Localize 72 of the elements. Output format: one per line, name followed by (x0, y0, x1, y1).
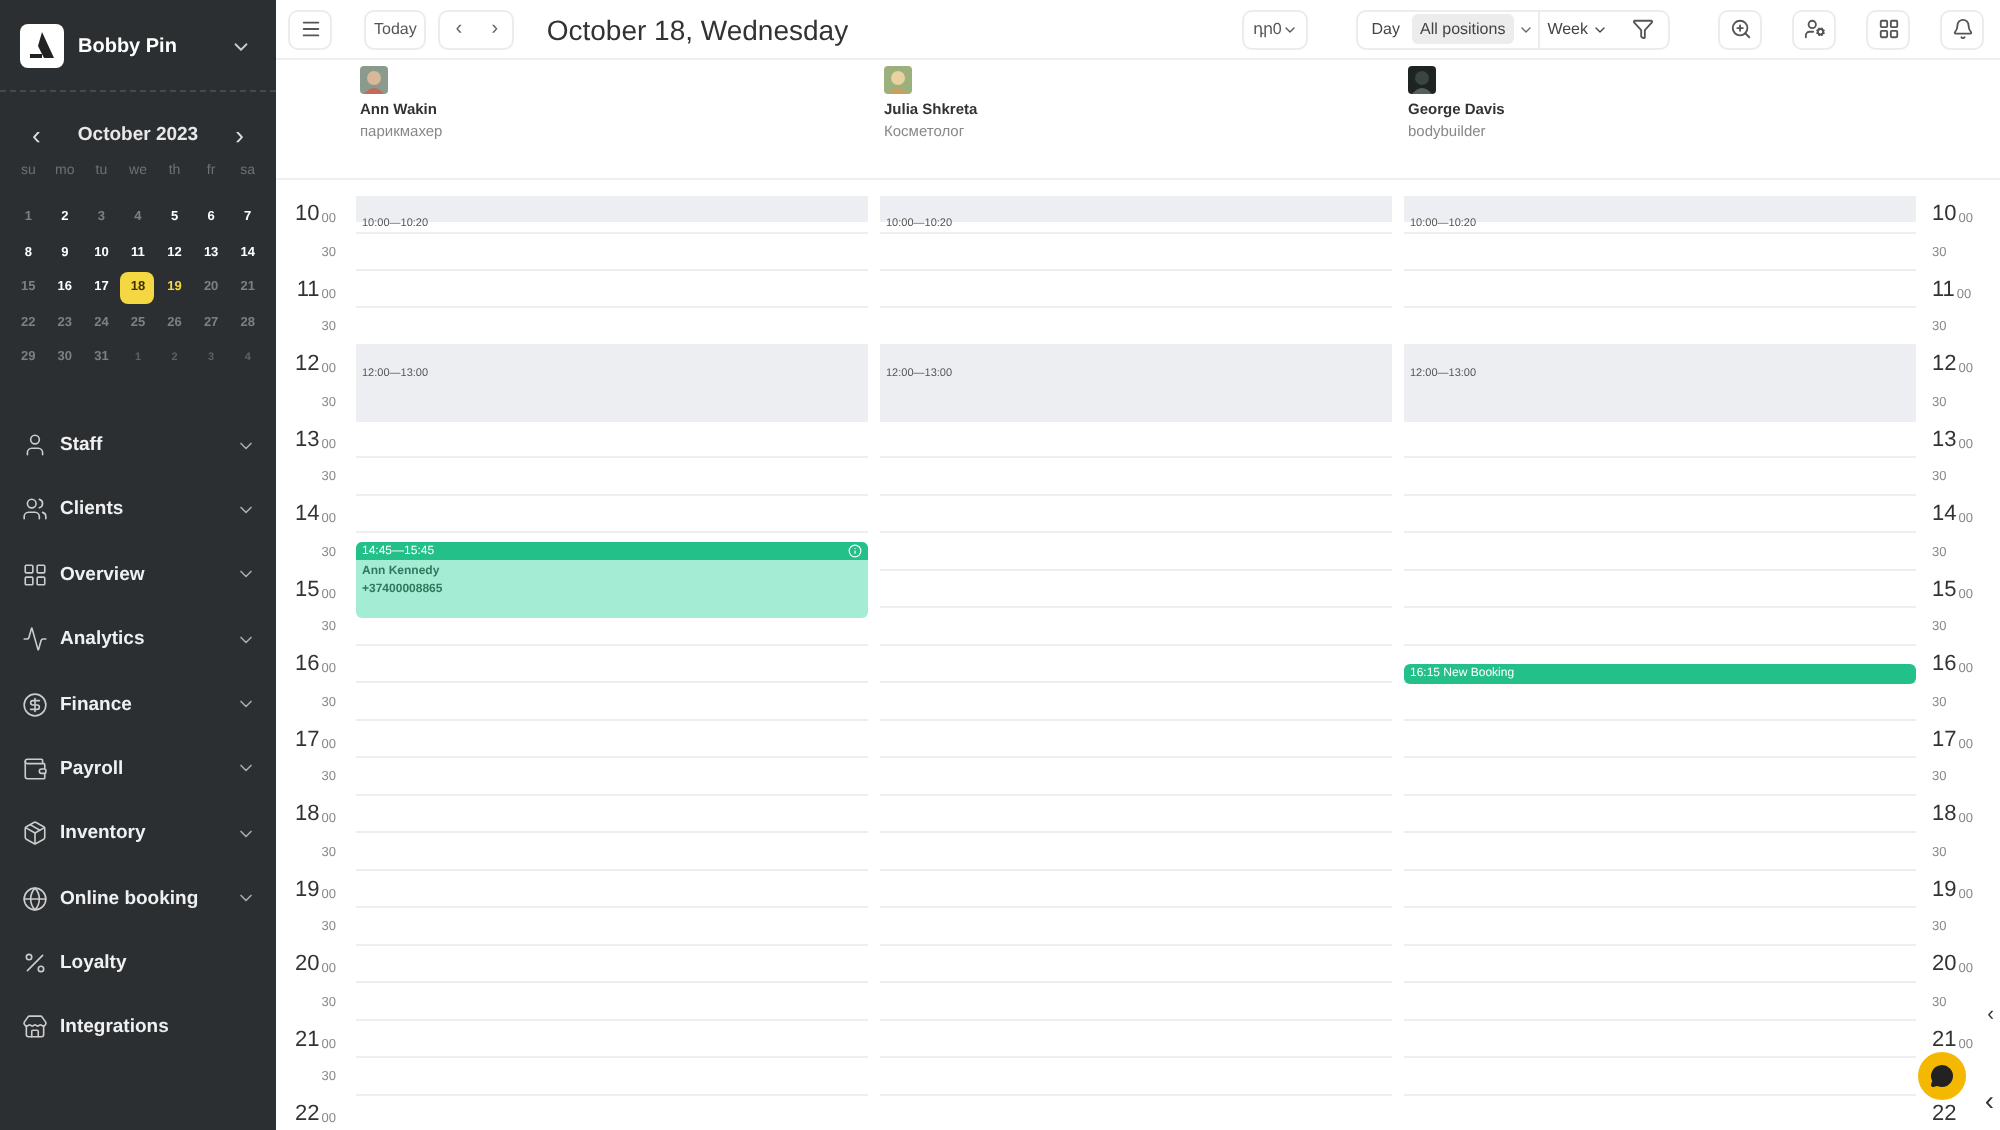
coin-icon (22, 691, 48, 718)
hour-label: 10 (1932, 202, 1957, 227)
menu-icon (299, 18, 321, 40)
hour-label: 12 (1932, 352, 1957, 377)
hour-label: 10 (295, 202, 320, 227)
hour-label: 20 (295, 952, 320, 977)
hour-label: 19 (295, 877, 320, 902)
box-icon (22, 820, 48, 847)
next-day-button[interactable]: › (476, 11, 513, 47)
hour-label: 17 (295, 727, 320, 752)
hour-label: 22 (295, 1102, 320, 1127)
currency-dropdown[interactable]: դր0 (1242, 9, 1308, 49)
hour-label: 11 (1932, 277, 1955, 302)
hour-label: 18 (1932, 802, 1957, 827)
hour-label: 15 (1932, 577, 1957, 602)
logo-icon (20, 24, 64, 68)
apps-button[interactable] (1866, 9, 1910, 49)
nav-item[interactable]: Inventory (22, 813, 256, 854)
company-name: Bobby Pin (78, 35, 179, 57)
menu-button[interactable] (288, 9, 332, 49)
zoom-button[interactable] (1718, 9, 1762, 49)
grid-icon (1877, 18, 1899, 40)
zoom-in-icon (1729, 18, 1751, 40)
hour-label: 15 (295, 577, 320, 602)
date-title: October 18, Wednesday (546, 13, 851, 45)
store-icon (22, 1014, 48, 1041)
percent-icon (22, 950, 48, 977)
bell-icon (1951, 18, 1973, 40)
person-icon (22, 432, 48, 459)
user-gear-icon (1803, 18, 1825, 40)
view-tab[interactable]: Day (1363, 14, 1408, 44)
nav-item[interactable]: Overview (22, 554, 256, 595)
hour-label: 13 (1932, 427, 1957, 452)
nav-item[interactable]: Integrations (22, 1007, 256, 1049)
nav-item[interactable]: Online booking (22, 878, 256, 919)
hour-label: 14 (295, 502, 320, 527)
next-month-button[interactable]: › (229, 120, 250, 150)
hour-label: 20 (1932, 952, 1957, 977)
range-dropdown[interactable]: Week (1537, 11, 1616, 47)
hour-label: 13 (295, 427, 320, 452)
previous-day-button[interactable]: ‹ (440, 11, 477, 47)
hour-label: 21 (295, 1027, 320, 1052)
nav-item[interactable]: Payroll (22, 748, 256, 790)
nav-item[interactable]: Staff (22, 425, 256, 466)
nav-item[interactable]: Analytics (22, 619, 256, 660)
hour-label: 11 (296, 277, 320, 302)
nav-item[interactable]: Loyalty (22, 943, 256, 984)
filter-icon[interactable] (1632, 18, 1654, 40)
nav-item[interactable]: Finance (22, 684, 256, 725)
month-title: October 2023 (77, 124, 199, 146)
user-settings-button[interactable] (1792, 9, 1836, 49)
nav-item[interactable]: Clients (22, 489, 256, 531)
chat-icon (1930, 1064, 1954, 1088)
hour-label: 19 (1932, 877, 1957, 902)
hour-label: 22 (1932, 1102, 1957, 1127)
chart-icon (22, 626, 48, 653)
hour-label: 16 (295, 652, 320, 677)
hour-label: 17 (1932, 727, 1957, 752)
hour-label: 16 (1932, 652, 1957, 677)
notifications-button[interactable] (1940, 9, 1984, 49)
previous-month-button[interactable]: ‹ (26, 120, 47, 150)
people-icon (22, 496, 48, 523)
wallet-icon (22, 755, 48, 782)
grid-icon (22, 561, 48, 588)
chat-button[interactable] (1918, 1052, 1966, 1100)
hour-label: 18 (295, 802, 320, 827)
hour-label: 12 (295, 352, 320, 377)
globe-icon (22, 885, 48, 912)
hour-label: 21 (1932, 1027, 1957, 1052)
hour-label: 14 (1932, 502, 1957, 527)
today-button[interactable]: Today (364, 9, 427, 49)
view-tab[interactable]: All positions (1412, 14, 1514, 44)
